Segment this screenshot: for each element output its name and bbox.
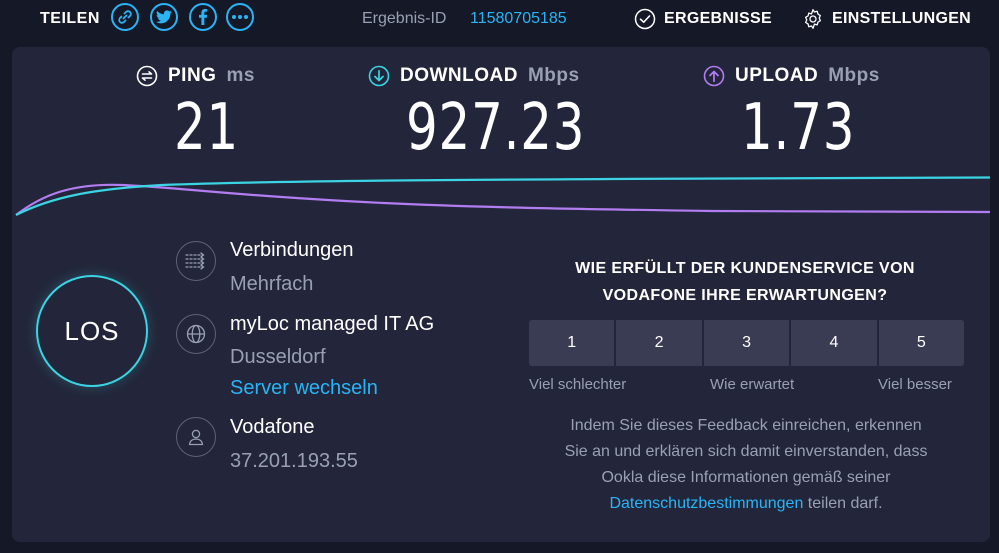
- upload-metric: UPLOAD Mbps 1.73: [703, 65, 880, 165]
- upload-value: 1.73: [741, 91, 856, 165]
- download-metric: DOWNLOAD Mbps 927.23: [368, 65, 585, 165]
- scale-high-label: Viel besser: [878, 376, 952, 393]
- rating-button-1[interactable]: 1: [529, 320, 615, 366]
- share-link-button[interactable]: [111, 3, 139, 31]
- ping-label: PING: [168, 65, 217, 86]
- connections-label: Verbindungen: [230, 239, 354, 261]
- ping-value: 21: [174, 91, 240, 165]
- result-id-link[interactable]: 11580705185: [470, 10, 567, 28]
- settings-label: EINSTELLUNGEN: [832, 10, 972, 27]
- globe-icon: [186, 324, 206, 344]
- survey-question: WIE ERFÜLLT DER KUNDENSERVICE VON VODAFO…: [530, 255, 960, 309]
- checkmark-circle-icon: [634, 8, 656, 30]
- rating-scale: 1 2 3 4 5: [529, 320, 965, 366]
- scale-low-label: Viel schlechter: [529, 376, 627, 393]
- upload-unit: Mbps: [828, 65, 880, 86]
- facebook-icon: [199, 9, 208, 25]
- results-label: ERGEBNISSE: [664, 10, 772, 27]
- connections-icon: [185, 252, 205, 270]
- disclaimer-line2: Sie an und erklären sich damit einversta…: [564, 443, 928, 460]
- provider-icon-wrap: [176, 417, 216, 457]
- rating-button-5[interactable]: 5: [878, 320, 965, 366]
- more-icon: [232, 15, 248, 19]
- download-unit: Mbps: [527, 65, 580, 86]
- download-icon: [368, 65, 390, 87]
- provider-ip: 37.201.193.55: [230, 450, 358, 472]
- rating-button-4[interactable]: 4: [791, 320, 877, 366]
- share-more-button[interactable]: [226, 3, 254, 31]
- survey-question-line1: WIE ERFÜLLT DER KUNDENSERVICE VON: [575, 260, 915, 277]
- ping-metric: PING ms 21: [136, 65, 255, 165]
- results-panel: PING ms 21 DOWNLOAD Mbps 927.23 UPLOAD M…: [12, 47, 990, 542]
- connections-icon-wrap: [176, 241, 216, 281]
- disclaimer-line1: Indem Sie dieses Feedback einreichen, er…: [570, 417, 922, 434]
- share-facebook-button[interactable]: [189, 3, 217, 31]
- settings-nav[interactable]: EINSTELLUNGEN: [802, 8, 971, 30]
- upload-line: [15, 183, 990, 216]
- gear-icon: [805, 9, 821, 29]
- rating-button-2[interactable]: 2: [616, 320, 702, 366]
- ping-unit: ms: [226, 65, 255, 86]
- provider-name: Vodafone: [230, 416, 315, 438]
- feedback-disclaimer: Indem Sie dieses Feedback einreichen, er…: [524, 413, 968, 517]
- link-icon: [118, 10, 132, 24]
- download-label: DOWNLOAD: [400, 65, 518, 86]
- disclaimer-line3: Ookla diese Informationen gemäß seiner: [601, 469, 891, 486]
- download-line: [15, 176, 990, 216]
- speed-graph: [15, 176, 990, 216]
- server-name: myLoc managed IT AG: [230, 313, 435, 335]
- disclaimer-end: teilen darf.: [803, 495, 883, 512]
- server-icon-wrap: [176, 314, 216, 354]
- connections-value: Mehrfach: [230, 273, 314, 295]
- scale-mid-label: Wie erwartet: [710, 376, 795, 393]
- survey-question-line2: VODAFONE IHRE ERWARTUNGEN?: [602, 287, 888, 304]
- change-server-link[interactable]: Server wechseln: [230, 377, 378, 400]
- privacy-policy-link[interactable]: Datenschutzbestimmungen: [609, 495, 803, 512]
- share-twitter-button[interactable]: [150, 3, 178, 31]
- upload-label: UPLOAD: [735, 65, 819, 86]
- upload-icon: [703, 65, 725, 87]
- user-icon: [188, 429, 204, 446]
- start-test-label: LOS: [64, 315, 120, 346]
- top-bar: TEILEN Ergebnis-ID 11580705185 ERGEBNISS…: [0, 0, 999, 40]
- download-value: 927.23: [406, 91, 586, 165]
- disclaimer-line4: Datenschutzbestimmungen teilen darf.: [524, 491, 968, 517]
- ping-icon: [136, 65, 158, 87]
- rating-button-3[interactable]: 3: [703, 320, 790, 366]
- results-nav[interactable]: ERGEBNISSE: [634, 8, 772, 30]
- share-label: TEILEN: [40, 10, 100, 27]
- start-test-button[interactable]: LOS: [36, 275, 148, 387]
- result-id-label: Ergebnis-ID: [362, 10, 447, 27]
- twitter-icon: [156, 10, 172, 24]
- server-city: Dusseldorf: [230, 346, 326, 368]
